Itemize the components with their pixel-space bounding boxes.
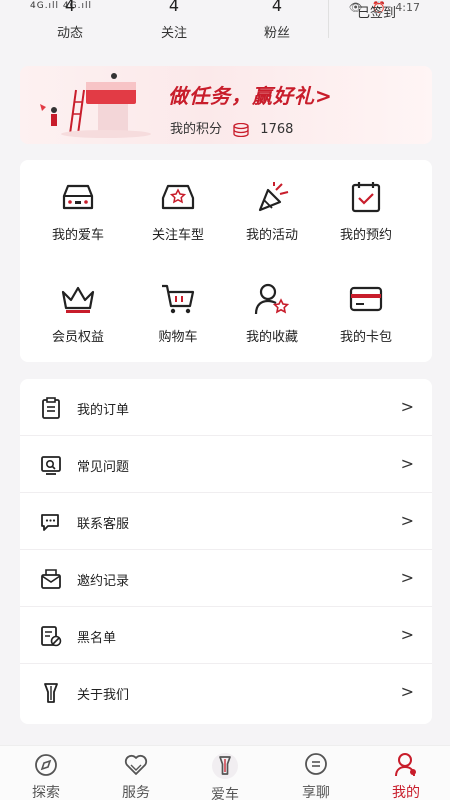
tab-label: 享聊	[302, 785, 330, 800]
stat-count: 4	[64, 0, 76, 12]
menu-label: 邀约记录	[77, 574, 130, 589]
brand-icon	[212, 753, 238, 779]
grid-item-my-appointments[interactable]: 我的预约	[316, 180, 416, 243]
tab-label: 服务	[122, 785, 150, 800]
grid-item-my-activities[interactable]: 我的活动	[222, 180, 322, 243]
stat-following[interactable]: 4 关注	[134, 0, 214, 41]
tab-explore[interactable]: 探索	[11, 752, 81, 800]
grid-item-followed-models[interactable]: 关注车型	[128, 180, 228, 243]
menu-item-faq[interactable]: 常见问题 >	[20, 436, 432, 493]
menu-item-customer-service[interactable]: 联系客服 >	[20, 493, 432, 550]
points-value: 1768	[260, 122, 294, 137]
grid-label: 我的爱车	[51, 228, 104, 243]
task-banner[interactable]: 做任务，赢好礼> 我的积分 1768	[20, 66, 432, 144]
card-icon	[349, 286, 383, 312]
clipboard-icon	[42, 397, 60, 419]
tab-label: 我的	[392, 785, 420, 800]
grid-item-my-favorites[interactable]: 我的收藏	[222, 282, 322, 345]
grid-label: 我的预约	[339, 228, 392, 243]
heart-hands-icon	[124, 754, 148, 775]
menu-list: 我的订单 > 常见问题 > 联系客服 > 邀约记录 > 黑名单 > 关于我们 >	[20, 379, 432, 724]
brand-logo-icon	[44, 683, 58, 703]
grid-label: 我的收藏	[245, 330, 298, 345]
menu-item-about-us[interactable]: 关于我们 >	[20, 664, 432, 721]
menu-item-invitations[interactable]: 邀约记录 >	[20, 550, 432, 607]
party-popper-icon	[258, 182, 289, 212]
menu-label: 联系客服	[77, 517, 130, 532]
user-icon	[395, 753, 416, 777]
compass-icon	[35, 754, 57, 776]
tab-chat[interactable]: 享聊	[281, 752, 351, 800]
tab-label: 探索	[32, 785, 60, 800]
points-line: 我的积分 1768	[170, 118, 293, 137]
chat-icon	[41, 514, 59, 531]
car-icon	[62, 184, 94, 210]
tab-mine[interactable]: 我的	[371, 752, 441, 800]
chevron-right-icon: >	[400, 511, 414, 530]
tab-label: 爱车	[211, 787, 239, 800]
grid-item-my-car[interactable]: 我的爱车	[28, 180, 128, 243]
chevron-right-icon: >	[400, 397, 414, 416]
stat-label: 动态	[56, 26, 83, 41]
menu-label: 常见问题	[77, 460, 130, 475]
menu-label: 我的订单	[77, 403, 130, 418]
banner-illustration	[40, 73, 151, 138]
tab-service[interactable]: 服务	[101, 752, 171, 800]
crown-icon	[61, 286, 95, 313]
menu-item-orders[interactable]: 我的订单 >	[20, 379, 432, 436]
envelope-icon	[41, 569, 61, 589]
stat-fans[interactable]: 4 粉丝	[237, 0, 317, 41]
tab-my-car[interactable]: 爱车	[190, 752, 260, 800]
cart-icon	[162, 284, 195, 314]
blocked-list-icon	[41, 626, 62, 647]
stat-count: 4	[271, 0, 283, 12]
divider	[328, 0, 329, 38]
stat-count: 4	[168, 0, 180, 12]
points-label: 我的积分	[170, 122, 223, 137]
grid-label: 我的活动	[245, 228, 298, 243]
menu-label: 关于我们	[77, 688, 130, 703]
grid-item-cart[interactable]: 购物车	[128, 282, 228, 345]
banner-slogan: 做任务，赢好礼>	[168, 84, 333, 108]
chevron-right-icon: >	[400, 625, 414, 644]
bottom-tab-bar: 探索 服务 爱车 享聊 我的	[0, 745, 450, 800]
stat-label: 粉丝	[263, 26, 290, 41]
calendar-check-icon	[351, 182, 381, 213]
message-icon	[305, 753, 327, 775]
chevron-right-icon: >	[400, 454, 414, 473]
stat-label: 关注	[160, 26, 187, 41]
grid-label: 关注车型	[151, 228, 204, 243]
chevron-right-icon: >	[400, 682, 414, 701]
grid-label: 购物车	[158, 330, 198, 345]
signed-in-button[interactable]: 已签到	[357, 2, 396, 21]
user-star-icon	[254, 283, 290, 315]
grid-label: 会员权益	[51, 330, 104, 345]
grid-item-my-wallet[interactable]: 我的卡包	[316, 282, 416, 345]
car-star-icon	[161, 184, 195, 210]
coins-icon	[233, 122, 249, 137]
feature-grid: 我的爱车 关注车型 我的活动 我的预约 会员权益 购物车 我的收藏 我的卡包	[20, 160, 432, 362]
menu-label: 黑名单	[77, 631, 117, 646]
stat-dynamics[interactable]: 4 动态	[30, 0, 110, 41]
grid-item-member-benefits[interactable]: 会员权益	[28, 282, 128, 345]
profile-stats: 4 动态 4 关注 4 粉丝 已签到	[0, 0, 450, 44]
search-screen-icon	[41, 456, 61, 475]
menu-item-blacklist[interactable]: 黑名单 >	[20, 607, 432, 664]
chevron-right-icon: >	[400, 568, 414, 587]
grid-label: 我的卡包	[339, 330, 392, 345]
